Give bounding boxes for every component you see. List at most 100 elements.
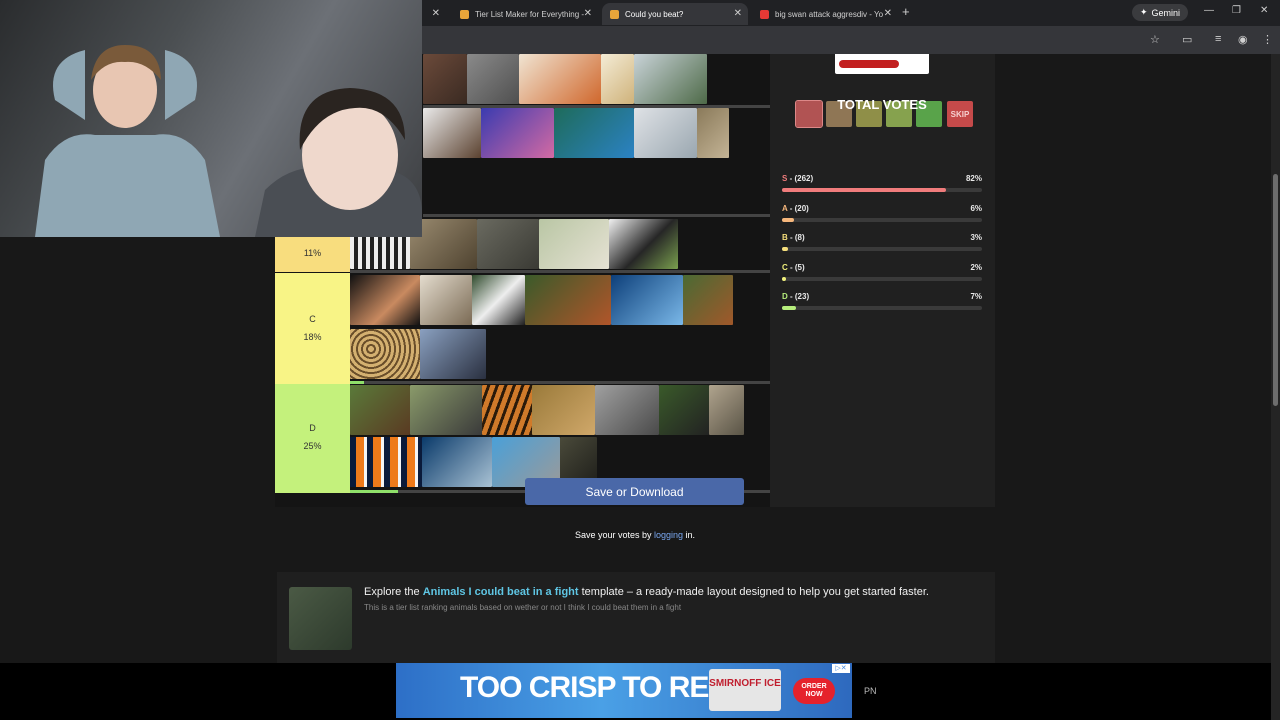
tier-divider [423,214,770,217]
komodo-image[interactable] [477,219,539,269]
profile-icon[interactable]: ◉ [1238,33,1248,46]
elephant-image[interactable] [709,385,744,435]
squid-image[interactable] [350,275,420,325]
tier-c-color [275,273,350,385]
starfish-image[interactable] [423,54,467,104]
hippo-image[interactable] [410,385,482,435]
panda-image[interactable] [472,275,525,325]
vote-row-count: - (5) [787,262,805,272]
orangutan-image[interactable] [525,275,611,325]
tab-label: Could you beat? [625,9,684,19]
bookmark-star-icon[interactable]: ☆ [1150,33,1160,46]
tier-divider [350,381,770,384]
swan-image[interactable] [634,108,697,158]
close-icon[interactable]: ✕ [734,8,742,19]
save-or-download-button[interactable]: Save or Download [525,478,744,505]
menu-dots-icon[interactable]: ⋮ [1262,33,1273,46]
cat-image[interactable] [467,54,519,104]
tier-b-percent-text: 11% [303,248,322,258]
sparkle-icon: ✦ [1140,7,1148,17]
tier-c-percent-text: 18% [303,332,322,342]
template-link[interactable]: Animals I could beat in a fight [423,586,579,598]
gorilla-image[interactable] [659,385,709,435]
vote-row-percent: 7% [970,292,982,301]
tab-could-you-beat[interactable]: Could you beat? ✕ [602,3,748,25]
vote-row-label: A - (20) [782,204,809,213]
youtube-favicon-icon [760,9,769,19]
webcam-overlay [0,0,422,237]
save-votes-note: Save your votes by logging in. [0,530,1270,540]
cow-image[interactable] [609,219,678,269]
gemini-label: Gemini [1151,7,1181,18]
vote-row-track [782,306,982,310]
close-icon[interactable]: ✕ [432,8,440,19]
vote-row-label: S - (262) [782,174,813,183]
sheep-image[interactable] [539,219,609,269]
tier-c-progress [350,381,364,384]
whale-image[interactable] [422,437,492,487]
tier-d-progress [350,490,398,493]
vote-row-count: - (262) [787,174,814,183]
vote-row-track [782,276,982,281]
ad-side-text: PN [864,686,877,696]
close-icon[interactable]: ✕ [584,8,592,19]
restore-icon[interactable]: ❐ [1232,5,1241,16]
vote-row-count: - (20) [787,203,809,213]
shark-image[interactable] [611,275,683,325]
vote-row-percent: 3% [970,233,982,242]
tiger-image[interactable] [482,385,532,435]
vote-row-track [782,247,982,251]
peacock-image[interactable] [554,108,634,158]
lion-image[interactable] [532,385,595,435]
duck-image[interactable] [634,54,707,104]
page-scrollbar-thumb[interactable] [1273,174,1278,406]
minimize-icon[interactable]: — [1204,5,1214,16]
vote-row-percent: 6% [970,203,982,213]
explore-text: Explore the Animals I could beat in a fi… [364,586,929,598]
ad-choices-icon[interactable]: ▷✕ [832,664,850,673]
media-controls-icon[interactable]: ≡ [1215,33,1221,45]
save-note-prefix: Save your votes by [574,530,654,540]
template-thumbnail[interactable] [289,587,352,650]
cast-icon[interactable]: ▭ [1182,33,1192,46]
tierlist-favicon-icon [460,9,469,19]
horse-image[interactable] [683,275,733,325]
cheetah-image[interactable] [350,329,420,379]
tier-d-percent-text: 25% [303,441,322,451]
vote-row-track [782,217,982,222]
ad-order-button[interactable]: ORDER NOW [793,678,835,704]
octopus-image[interactable] [481,108,554,158]
tab-partial[interactable]: ✕ [424,3,446,25]
puppy-image[interactable] [601,54,634,104]
tier-d-letter-text: D [309,423,316,433]
vote-row-label: C - (5) [782,263,805,272]
sea-lion-image[interactable] [420,329,486,379]
new-tab-icon[interactable]: + [902,4,910,19]
tier-d-color [275,384,350,493]
current-item-shape [839,60,899,68]
tab-youtube[interactable]: big swan attack aggresdiv - Yo ✕ [752,3,898,25]
tierlist-favicon-icon [610,9,619,19]
tier-c-letter-text: C [309,314,316,324]
close-icon[interactable]: ✕ [884,8,892,19]
rhino-image[interactable] [595,385,659,435]
eagle-image[interactable] [423,108,481,158]
wolf-image[interactable] [420,275,472,325]
save-note-suffix: in. [683,530,696,540]
tab-tierlist-maker[interactable]: Tier List Maker for Everything - ✕ [452,3,598,25]
vote-row-percent: 2% [970,262,982,272]
vote-row-fill [782,217,794,222]
vote-row-fill [782,188,946,192]
total-votes-title: TOTAL VOTES [837,97,927,112]
vote-row-fill [782,306,796,310]
streamer-left-figure [35,45,220,237]
gemini-button[interactable]: ✦ Gemini [1132,4,1189,21]
login-link[interactable]: logging [654,530,683,540]
owl-image[interactable] [697,108,729,158]
crab-image[interactable] [519,54,601,104]
window-close-icon[interactable]: ✕ [1260,5,1268,16]
vote-row-track [782,188,982,192]
clownfish-image[interactable] [350,437,422,487]
current-item-image [835,54,929,74]
bear-image[interactable] [350,385,410,435]
